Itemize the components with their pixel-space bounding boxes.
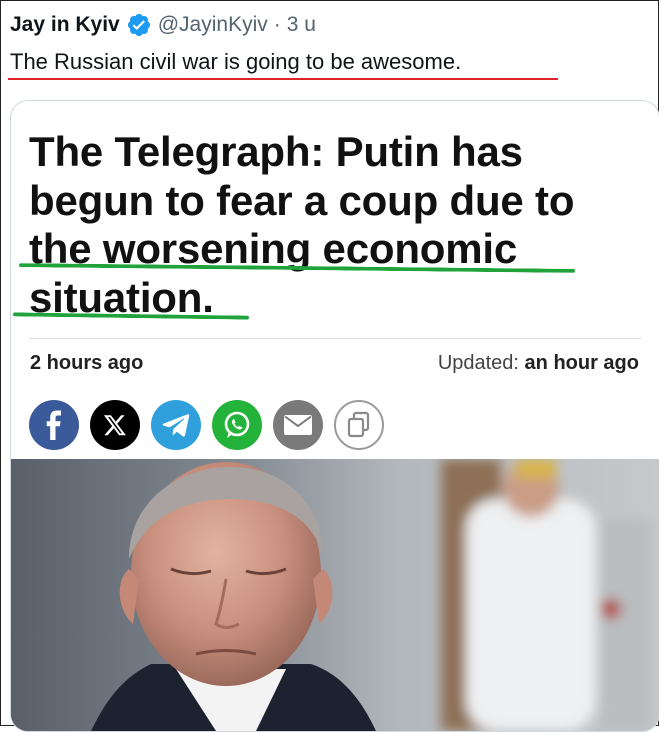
tweet-text: The Russian civil war is going to be awe… <box>10 49 462 74</box>
tweet-header: Jay in Kyiv @JayinKyiv · 3 u <box>10 10 316 40</box>
copy-icon[interactable] <box>334 400 384 450</box>
article-photo <box>11 459 659 731</box>
x-icon[interactable] <box>90 400 140 450</box>
verified-badge-icon <box>126 12 152 38</box>
divider <box>29 338 641 339</box>
article-headline: The Telegraph: Putin has begun to fear a… <box>29 128 649 322</box>
facebook-icon[interactable] <box>29 400 79 450</box>
published-time: 2 hours ago <box>30 352 144 374</box>
article-screenshot[interactable]: The Telegraph: Putin has begun to fear a… <box>10 100 659 732</box>
author-handle[interactable]: @JayinKyiv <box>158 13 268 37</box>
whatsapp-icon[interactable] <box>212 400 262 450</box>
separator-dot: · <box>273 13 281 36</box>
updated-time: Updated: an hour ago <box>438 352 639 375</box>
share-buttons <box>29 400 395 450</box>
telegram-icon[interactable] <box>151 400 201 450</box>
author-name[interactable]: Jay in Kyiv <box>10 13 120 37</box>
updated-value: an hour ago <box>524 352 639 374</box>
updated-label: Updated: <box>437 352 519 374</box>
tweet-timestamp[interactable]: 3 u <box>287 13 316 37</box>
headline-line: begun to fear a coup due to <box>29 176 575 224</box>
email-icon[interactable] <box>273 400 323 450</box>
red-underline-annotation <box>8 78 558 80</box>
headline-line: The Telegraph: Putin has <box>29 128 523 175</box>
